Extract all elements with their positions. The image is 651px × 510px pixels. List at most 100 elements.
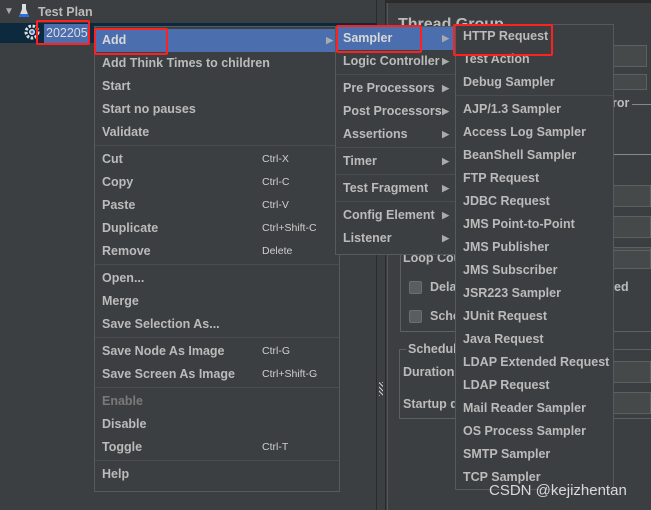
menu-item-beanshell-sampler[interactable]: BeanShell Sampler — [456, 144, 613, 167]
delay-label: Dela — [430, 280, 457, 294]
menu-item-label: Pre Processors — [343, 81, 435, 95]
menu-item-paste[interactable]: Paste Ctrl-V — [95, 194, 339, 217]
menu-item-label: Timer — [343, 154, 377, 168]
menu-item-label: Help — [102, 467, 130, 481]
menu-item-ftp-request[interactable]: FTP Request — [456, 167, 613, 190]
menu-item-label: Toggle — [102, 440, 143, 454]
menu-separator — [95, 387, 339, 388]
menu-item-jms-subscriber[interactable]: JMS Subscriber — [456, 259, 613, 282]
menu-item-add-think-times-to-children[interactable]: Add Think Times to children — [95, 52, 339, 75]
duration-field[interactable] — [612, 361, 651, 383]
menu-item-label: JMS Subscriber — [463, 263, 558, 277]
menu-item-jdbc-request[interactable]: JDBC Request — [456, 190, 613, 213]
scheduler-checkbox[interactable] — [409, 310, 422, 323]
menu-item-jsr223-sampler[interactable]: JSR223 Sampler — [456, 282, 613, 305]
menu-item-help[interactable]: Help — [95, 463, 339, 486]
menu-item-test-fragment[interactable]: Test Fragment ▶ — [336, 177, 455, 200]
annotation-box-thread-group — [36, 20, 90, 45]
shortcut-label: Ctrl-C — [262, 176, 290, 188]
menu-item-label: AJP/1.3 Sampler — [463, 102, 561, 116]
menu-item-debug-sampler[interactable]: Debug Sampler — [456, 71, 613, 94]
menu-item-merge[interactable]: Merge — [95, 290, 339, 313]
menu-item-label: JDBC Request — [463, 194, 550, 208]
menu-item-pre-processors[interactable]: Pre Processors ▶ — [336, 77, 455, 100]
menu-item-label: BeanShell Sampler — [463, 148, 577, 162]
menu-item-os-process-sampler[interactable]: OS Process Sampler — [456, 420, 613, 443]
menu-item-listener[interactable]: Listener ▶ — [336, 227, 455, 250]
divider — [632, 104, 651, 105]
menu-item-start-no-pauses[interactable]: Start no pauses — [95, 98, 339, 121]
annotation-box-http-request — [453, 24, 553, 56]
menu-item-enable[interactable]: Enable — [95, 390, 339, 413]
submenu-arrow-icon: ▶ — [442, 210, 449, 220]
menu-item-label: Copy — [102, 175, 134, 189]
menu-item-ldap-request[interactable]: LDAP Request — [456, 374, 613, 397]
menu-item-label: Duplicate — [102, 221, 159, 235]
shortcut-label: Ctrl+Shift-C — [262, 222, 317, 234]
menu-item-copy[interactable]: Copy Ctrl-C — [95, 171, 339, 194]
menu-item-label: FTP Request — [463, 171, 540, 185]
menu-item-timer[interactable]: Timer ▶ — [336, 150, 455, 173]
menu-item-open[interactable]: Open... — [95, 267, 339, 290]
menu-item-label: Open... — [102, 271, 145, 285]
menu-item-access-log-sampler[interactable]: Access Log Sampler — [456, 121, 613, 144]
divider — [613, 154, 651, 155]
menu-item-save-node-as-image[interactable]: Save Node As Image Ctrl-G — [95, 340, 339, 363]
menu-item-jms-publisher[interactable]: JMS Publisher — [456, 236, 613, 259]
menu-item-start[interactable]: Start — [95, 75, 339, 98]
menu-item-save-selection-as[interactable]: Save Selection As... — [95, 313, 339, 336]
menu-item-label: SMTP Sampler — [463, 447, 551, 461]
tree-node-test-plan[interactable]: Test Plan — [38, 5, 93, 19]
menu-item-junit-request[interactable]: JUnit Request — [456, 305, 613, 328]
splitter-grip-icon[interactable] — [379, 382, 383, 396]
delay-checkbox[interactable] — [409, 281, 422, 294]
menu-item-toggle[interactable]: Toggle Ctrl-T — [95, 436, 339, 459]
submenu-arrow-icon: ▶ — [442, 56, 449, 66]
menu-item-post-processors[interactable]: Post Processors ▶ — [336, 100, 455, 123]
menu-item-duplicate[interactable]: Duplicate Ctrl+Shift-C — [95, 217, 339, 240]
menu-item-remove[interactable]: Remove Delete — [95, 240, 339, 263]
submenu-arrow-icon: ▶ — [442, 106, 449, 116]
menu-separator — [95, 337, 339, 338]
rampup-field[interactable] — [612, 216, 651, 238]
menu-item-label: Mail Reader Sampler — [463, 401, 586, 415]
menu-separator — [95, 460, 339, 461]
expand-arrow-icon[interactable]: ▼ — [4, 6, 14, 17]
threads-field[interactable] — [612, 185, 651, 207]
menu-item-label: Save Screen As Image — [102, 367, 235, 381]
menu-item-label: Cut — [102, 152, 123, 166]
menu-item-assertions[interactable]: Assertions ▶ — [336, 123, 455, 146]
menu-item-label: Start no pauses — [102, 102, 196, 116]
menu-item-label: Save Node As Image — [102, 344, 225, 358]
menu-item-label: Disable — [102, 417, 147, 431]
menu-item-ldap-extended-request[interactable]: LDAP Extended Request — [456, 351, 613, 374]
menu-separator — [456, 95, 613, 96]
name-field[interactable] — [612, 45, 647, 67]
shortcut-label: Ctrl-G — [262, 345, 290, 357]
menu-item-mail-reader-sampler[interactable]: Mail Reader Sampler — [456, 397, 613, 420]
menu-item-validate[interactable]: Validate — [95, 121, 339, 144]
menu-item-ajp-1-3-sampler[interactable]: AJP/1.3 Sampler — [456, 98, 613, 121]
menu-item-label: Remove — [102, 244, 151, 258]
menu-item-java-request[interactable]: Java Request — [456, 328, 613, 351]
menu-item-config-element[interactable]: Config Element ▶ — [336, 204, 455, 227]
menu-separator — [336, 147, 455, 148]
startup-delay-field[interactable] — [612, 392, 651, 414]
submenu-arrow-icon: ▶ — [442, 156, 449, 166]
menu-item-logic-controller[interactable]: Logic Controller ▶ — [336, 50, 455, 73]
submenu-arrow-icon: ▶ — [442, 83, 449, 93]
menu-item-jms-point-to-point[interactable]: JMS Point-to-Point — [456, 213, 613, 236]
menu-item-label: Access Log Sampler — [463, 125, 586, 139]
menu-item-smtp-sampler[interactable]: SMTP Sampler — [456, 443, 613, 466]
menu-item-label: Validate — [102, 125, 150, 139]
menu-item-label: Config Element — [343, 208, 435, 222]
test-plan-flask-icon — [18, 3, 30, 19]
comments-field[interactable] — [612, 74, 647, 90]
menu-item-label: LDAP Extended Request — [463, 355, 610, 369]
menu-item-disable[interactable]: Disable — [95, 413, 339, 436]
shortcut-label: Ctrl+Shift-G — [262, 368, 318, 380]
menu-item-label: Start — [102, 79, 131, 93]
menu-item-save-screen-as-image[interactable]: Save Screen As Image Ctrl+Shift-G — [95, 363, 339, 386]
submenu-arrow-icon: ▶ — [326, 35, 333, 45]
menu-item-cut[interactable]: Cut Ctrl-X — [95, 148, 339, 171]
